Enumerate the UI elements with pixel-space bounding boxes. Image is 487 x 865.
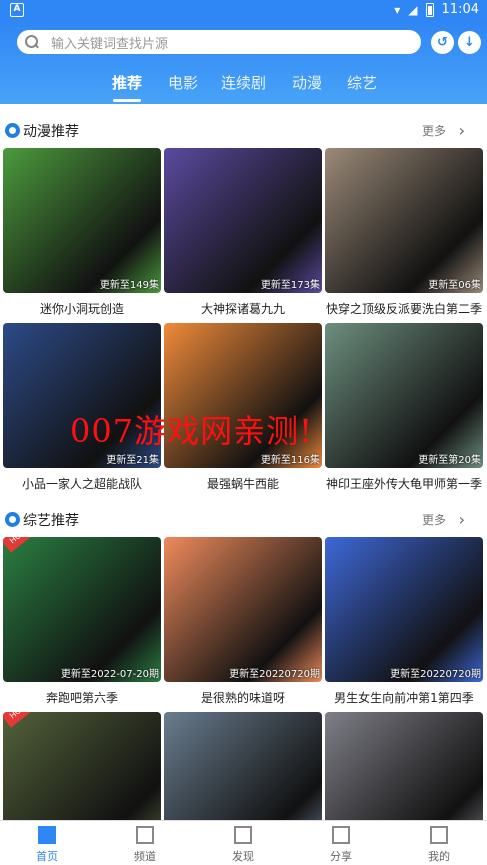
episode-badge: 更新至173集 [260,280,320,291]
tab-recommend[interactable]: 推荐 [112,72,142,93]
media-card[interactable]: HOT [3,712,161,820]
download-icon: ↓ [464,35,475,50]
poster-image [325,148,483,293]
search-input[interactable]: 输入关键词查找片源 [17,30,421,54]
nav-channel[interactable]: 频道 [110,823,180,865]
top-header: 输入关键词查找片源 ↺ ↓ 推荐 电影 连续剧 动漫 综艺 [0,20,487,104]
card-thumbnail[interactable]: 更新至173集 [164,148,322,293]
card-title: 最强蜗牛西能 [206,477,279,491]
media-card[interactable] [325,712,483,820]
home-icon [38,826,56,844]
card-thumbnail[interactable]: 更新至06集 [325,148,483,293]
media-card[interactable]: 更新至20220720期男生女生向前冲第1第四季 [325,537,483,706]
episode-badge: 更新至20220720期 [390,669,481,680]
status-bar: A ▾ ◢ 11:04 [0,0,487,20]
card-thumbnail[interactable] [164,712,322,820]
nav-label: 频道 [134,850,156,863]
discover-icon [234,826,252,844]
nav-share[interactable]: 分享 [306,823,376,865]
media-card[interactable] [164,712,322,820]
nav-label: 发现 [232,850,254,863]
more-link[interactable]: 更多 [422,511,446,528]
app-indicator-icon: A [10,3,24,17]
card-thumbnail[interactable]: HOT [3,712,161,820]
card-thumbnail[interactable] [325,712,483,820]
channel-icon [136,826,154,844]
poster-image [325,323,483,468]
variety-section-header: 综艺推荐 更多 › [0,500,487,538]
chevron-right-icon[interactable]: › [459,121,465,140]
poster-image [3,712,161,820]
card-title: 是很熟的味道呀 [200,691,285,705]
signal-icon: ◢ [408,2,418,17]
episode-badge: 更新至21集 [106,455,159,466]
nav-label: 分享 [330,850,352,863]
card-title: 神印王座外传大龟甲师第一季 [325,477,482,491]
nav-discover[interactable]: 发现 [208,823,278,865]
tab-anime[interactable]: 动漫 [292,72,322,93]
history-button[interactable]: ↺ [431,31,454,54]
tab-movie[interactable]: 电影 [168,72,198,93]
poster-image [164,148,322,293]
film-reel-icon [5,123,20,138]
poster-image [164,537,322,682]
episode-badge: 更新至20220720期 [229,669,320,680]
share-icon [332,826,350,844]
search-placeholder: 输入关键词查找片源 [51,36,169,52]
card-title: 男生女生向前冲第1第四季 [334,691,474,705]
clock: 11:04 [441,2,479,17]
history-icon: ↺ [437,35,448,50]
episode-badge: 更新至116集 [260,455,320,466]
media-card[interactable]: 更新至149集迷你小洞玩创造 [3,148,161,317]
active-tab-indicator [113,99,141,102]
episode-badge: 更新至第20集 [418,455,481,466]
more-link[interactable]: 更多 [422,122,446,139]
poster-image [3,148,161,293]
media-card[interactable]: 更新至第20集神印王座外传大龟甲师第一季 [325,323,483,492]
watermark-text: 007游戏网亲测! [70,412,313,450]
search-icon [25,35,39,49]
poster-image [325,537,483,682]
main-content: 动漫推荐 更多 › 更新至149集 迷你小洞玩创造 更新至173集 大神探诸葛九九 更新… [0,104,487,820]
battery-icon [425,2,434,17]
tab-variety[interactable]: 综艺 [347,72,377,93]
download-button[interactable]: ↓ [458,31,481,54]
status-icons: ▾ ◢ 11:04 [394,2,479,17]
episode-badge: 更新至06集 [428,280,481,291]
media-card[interactable]: 更新至20220720期是很熟的味道呀 [164,537,322,706]
card-thumbnail[interactable]: HOT更新至2022-07-20期 [3,537,161,682]
section-title: 综艺推荐 [23,513,79,529]
card-thumbnail[interactable]: 更新至149集 [3,148,161,293]
bottom-navigation: 首页 频道 发现 分享 我的 [0,820,487,865]
media-card[interactable]: HOT更新至2022-07-20期奔跑吧第六季 [3,537,161,706]
card-title: 奔跑吧第六季 [45,691,118,705]
card-title: 迷你小洞玩创造 [39,302,124,316]
chevron-right-icon[interactable]: › [459,510,465,529]
nav-profile[interactable]: 我的 [404,823,474,865]
film-reel-icon [5,512,20,527]
card-title: 大神探诸葛九九 [200,302,285,316]
anime-section-header: 动漫推荐 更多 › [0,111,487,149]
profile-icon [430,826,448,844]
wifi-icon: ▾ [394,2,401,17]
episode-badge: 更新至2022-07-20期 [60,669,159,680]
card-thumbnail[interactable]: 更新至20220720期 [325,537,483,682]
nav-home[interactable]: 首页 [12,823,82,865]
category-tabs: 推荐 电影 连续剧 动漫 综艺 [0,72,487,102]
section-title: 动漫推荐 [23,124,79,140]
episode-badge: 更新至149集 [99,280,159,291]
card-thumbnail[interactable]: 更新至第20集 [325,323,483,468]
card-title: 小品一家人之超能战队 [21,477,142,491]
media-card[interactable]: 更新至06集快穿之顶级反派要洗白第二季 [325,148,483,317]
nav-label: 我的 [428,850,450,863]
card-thumbnail[interactable]: 更新至20220720期 [164,537,322,682]
nav-label: 首页 [36,850,58,863]
media-card[interactable]: 更新至173集大神探诸葛九九 [164,148,322,317]
poster-image [3,537,161,682]
tab-series[interactable]: 连续剧 [221,72,266,93]
card-title: 快穿之顶级反派要洗白第二季 [325,302,482,316]
poster-image [325,712,483,820]
poster-image [164,712,322,820]
